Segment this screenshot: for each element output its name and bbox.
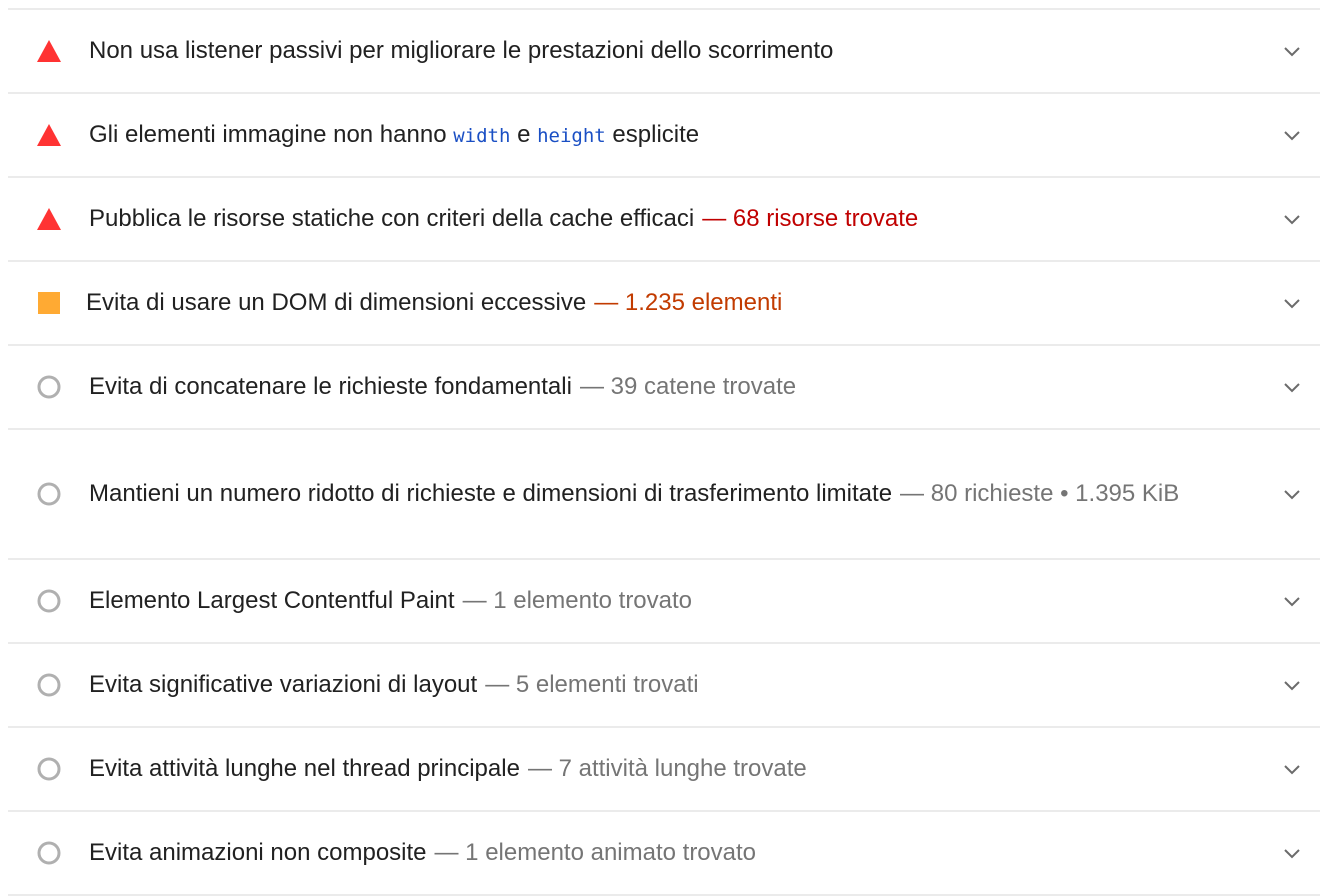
- audit-display-value: — 80 richieste • 1.395 KiB: [900, 480, 1180, 507]
- chevron-down-icon[interactable]: [1282, 125, 1302, 145]
- audit-row-dom-size[interactable]: Evita di usare un DOM di dimensioni ecce…: [8, 262, 1320, 346]
- audit-title-text: e: [510, 120, 538, 148]
- chevron-down-icon[interactable]: [1282, 484, 1302, 504]
- audit-row-image-dimensions[interactable]: Gli elementi immagine non hanno width e …: [8, 94, 1320, 178]
- chevron-down-icon[interactable]: [1282, 293, 1302, 313]
- chevron-down-icon[interactable]: [1282, 591, 1302, 611]
- audit-display-value: — 5 elementi trovati: [485, 671, 699, 698]
- fail-triangle-icon: [36, 38, 62, 64]
- audit-title: Non usa listener passivi per migliorare …: [89, 27, 833, 75]
- code-width: width: [453, 124, 511, 147]
- chevron-down-icon[interactable]: [1282, 209, 1302, 229]
- chevron-down-icon[interactable]: [1282, 41, 1302, 61]
- audit-title-text: Gli elementi immagine non hanno: [89, 120, 454, 148]
- audit-title-text: Elemento Largest Contentful Paint: [89, 587, 455, 614]
- audit-row-resource-summary[interactable]: Mantieni un numero ridotto di richieste …: [8, 430, 1320, 560]
- audit-row-lcp-element[interactable]: Elemento Largest Contentful Paint — 1 ele…: [8, 560, 1320, 644]
- audit-title: Mantieni un numero ridotto di richieste …: [89, 470, 1179, 518]
- chevron-down-icon[interactable]: [1282, 377, 1302, 397]
- audit-title: Evita animazioni non composite — 1 elemen…: [89, 829, 756, 877]
- audit-title: Pubblica le risorse statiche con criteri…: [89, 195, 918, 243]
- audit-row-non-composited-animations[interactable]: Evita animazioni non composite — 1 elemen…: [8, 812, 1320, 896]
- info-circle-icon: [36, 672, 62, 698]
- info-circle-icon: [36, 481, 62, 507]
- fail-triangle-icon: [36, 122, 62, 148]
- audit-display-value: — 1.235 elementi: [594, 289, 783, 316]
- audit-row-long-tasks[interactable]: Evita attività lunghe nel thread princip…: [8, 728, 1320, 812]
- audit-list: Non usa listener passivi per migliorare …: [8, 8, 1320, 896]
- audit-title: Evita attività lunghe nel thread princip…: [89, 745, 807, 793]
- chevron-down-icon[interactable]: [1282, 675, 1302, 695]
- audit-display-value: — 1 elemento trovato: [462, 587, 693, 614]
- audit-display-value: — 68 risorse trovate: [702, 205, 919, 232]
- average-square-icon: [36, 290, 62, 316]
- chevron-down-icon[interactable]: [1282, 759, 1302, 779]
- audit-title: Evita di usare un DOM di dimensioni ecce…: [86, 279, 782, 327]
- audit-title: Evita significative variazioni di layout…: [89, 661, 699, 709]
- audit-title: Elemento Largest Contentful Paint — 1 ele…: [89, 577, 692, 625]
- info-circle-icon: [36, 840, 62, 866]
- audit-title-text: Evita attività lunghe nel thread princip…: [89, 755, 520, 782]
- fail-triangle-icon: [36, 206, 62, 232]
- audit-display-value: — 7 attività lunghe trovate: [527, 755, 807, 782]
- chevron-down-icon[interactable]: [1282, 843, 1302, 863]
- info-circle-icon: [36, 374, 62, 400]
- audit-title-text: Evita di usare un DOM di dimensioni ecce…: [86, 289, 587, 316]
- audit-title-text: Pubblica le risorse statiche con criteri…: [89, 205, 695, 232]
- audit-title-text: Evita significative variazioni di layout: [89, 671, 478, 698]
- audit-title-text: Non usa listener passivi per migliorare …: [89, 37, 834, 64]
- audit-title-text: Mantieni un numero ridotto di richieste …: [89, 480, 893, 507]
- audit-display-value: — 1 elemento animato trovato: [434, 839, 757, 866]
- audit-title: Evita di concatenare le richieste fondam…: [89, 363, 796, 411]
- audit-display-value: — 39 catene trovate: [579, 373, 797, 400]
- audit-row-critical-request-chains[interactable]: Evita di concatenare le richieste fondam…: [8, 346, 1320, 430]
- audit-row-passive-listeners[interactable]: Non usa listener passivi per migliorare …: [8, 10, 1320, 94]
- audit-title-text: esplicite: [605, 120, 700, 148]
- code-height: height: [537, 124, 606, 147]
- audit-row-cache-policy[interactable]: Pubblica le risorse statiche con criteri…: [8, 178, 1320, 262]
- info-circle-icon: [36, 756, 62, 782]
- audit-row-layout-shifts[interactable]: Evita significative variazioni di layout…: [8, 644, 1320, 728]
- info-circle-icon: [36, 588, 62, 614]
- audit-title: Gli elementi immagine non hanno width e …: [89, 111, 699, 160]
- audit-title-text: Evita animazioni non composite: [89, 839, 427, 866]
- audit-title-text: Evita di concatenare le richieste fondam…: [89, 373, 572, 400]
